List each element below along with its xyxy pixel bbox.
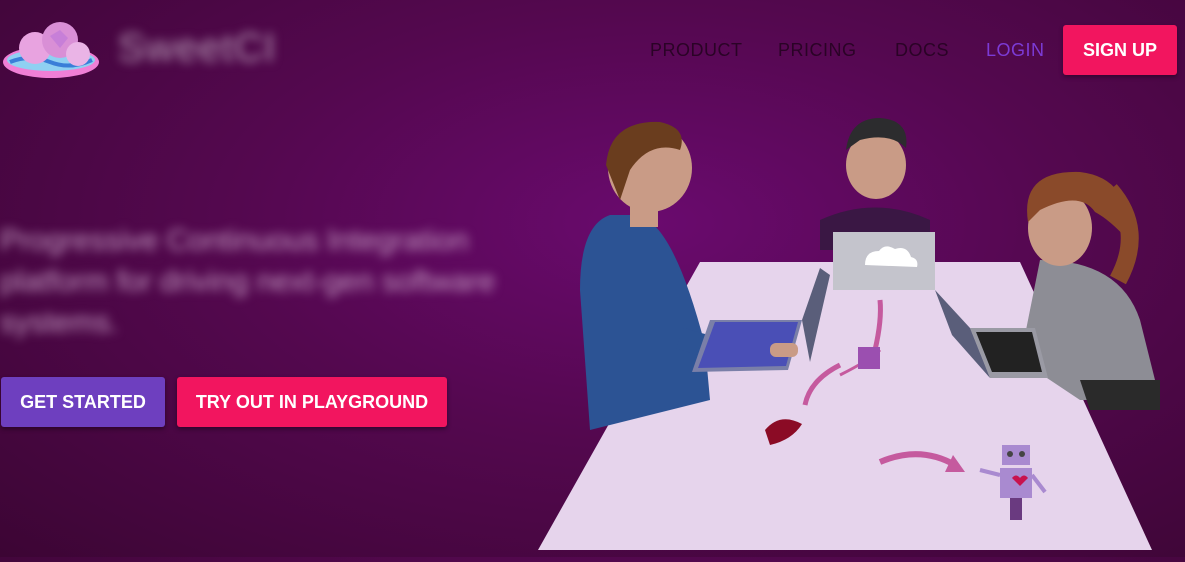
nav-product-link[interactable]: PRODUCT [650,40,743,61]
brand-name: SweetCI [118,26,277,70]
nav-login-link[interactable]: LOGIN [986,40,1045,61]
get-started-button[interactable]: GET STARTED [1,377,165,427]
playground-button[interactable]: TRY OUT IN PLAYGROUND [177,377,447,427]
team-illustration [520,100,1185,557]
hero-tagline: Progressive Continuous Integration platf… [0,224,496,339]
nav-pricing-link[interactable]: PRICING [778,40,857,61]
signup-button[interactable]: SIGN UP [1063,25,1177,75]
top-navigation: SweetCI PRODUCT PRICING DOCS LOGIN SIGN … [0,0,1185,100]
nav-docs-link[interactable]: DOCS [895,40,949,61]
cloud-logo-icon[interactable] [0,18,102,82]
